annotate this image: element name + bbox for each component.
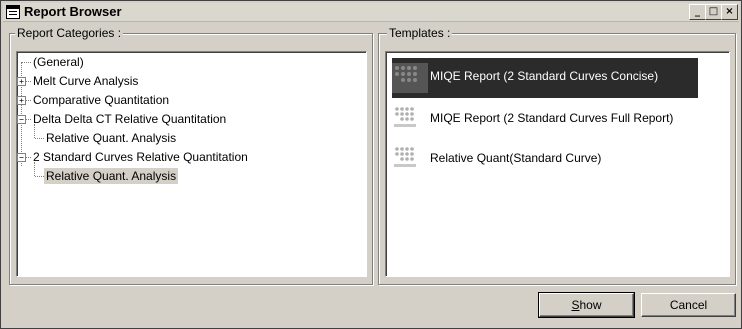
maximize-button[interactable]: □ xyxy=(705,4,722,20)
tree-item-delta-delta-ct[interactable]: Delta Delta CT Relative Quantitation xyxy=(33,111,226,127)
templates-label: Templates : xyxy=(387,26,453,40)
tree-item-general[interactable]: (General) xyxy=(33,54,84,70)
expand-icon[interactable]: + xyxy=(17,77,26,86)
template-item[interactable]: MIQE Report (2 Standard Curves Full Repo… xyxy=(392,100,698,140)
qiagen-report-icon xyxy=(394,147,416,167)
template-label: MIQE Report (2 Standard Curves Full Repo… xyxy=(430,111,674,125)
window-title: Report Browser xyxy=(24,4,122,19)
report-categories-tree[interactable]: + + − − (General) Melt Curve Analysis Co… xyxy=(16,51,367,277)
cancel-button[interactable]: Cancel xyxy=(641,293,736,317)
qiagen-report-icon xyxy=(394,107,416,127)
templates-list[interactable]: MIQE Report (2 Standard Curves Concise) … xyxy=(385,51,730,277)
tree-item-comparative-quantitation[interactable]: Comparative Quantitation xyxy=(33,92,169,108)
report-categories-label: Report Categories : xyxy=(15,26,124,40)
template-item[interactable]: Relative Quant(Standard Curve) xyxy=(392,140,698,180)
tree-item-2-standard-curves[interactable]: 2 Standard Curves Relative Quantitation xyxy=(33,149,248,165)
template-item[interactable]: MIQE Report (2 Standard Curves Concise) xyxy=(392,58,698,98)
report-browser-icon xyxy=(6,5,20,19)
tree-item-melt-curve-analysis[interactable]: Melt Curve Analysis xyxy=(33,73,138,89)
qiagen-report-icon xyxy=(392,63,428,93)
tree-item-relative-quant-analysis[interactable]: Relative Quant. Analysis xyxy=(46,130,176,146)
template-label: Relative Quant(Standard Curve) xyxy=(430,151,602,165)
tree-item-relative-quant-analysis-selected[interactable]: Relative Quant. Analysis xyxy=(44,168,179,184)
minimize-button[interactable]: _ xyxy=(689,4,706,20)
collapse-icon[interactable]: − xyxy=(17,115,26,124)
report-browser-window: Report Browser _ □ × Report Categories :… xyxy=(0,0,742,329)
show-button[interactable]: Show xyxy=(538,292,635,318)
show-button-label: Show xyxy=(571,298,602,312)
template-label: MIQE Report (2 Standard Curves Concise) xyxy=(430,69,659,83)
collapse-icon[interactable]: − xyxy=(17,153,26,162)
close-button[interactable]: × xyxy=(721,4,738,20)
expand-icon[interactable]: + xyxy=(17,96,26,105)
title-bar[interactable]: Report Browser _ □ × xyxy=(3,3,739,22)
